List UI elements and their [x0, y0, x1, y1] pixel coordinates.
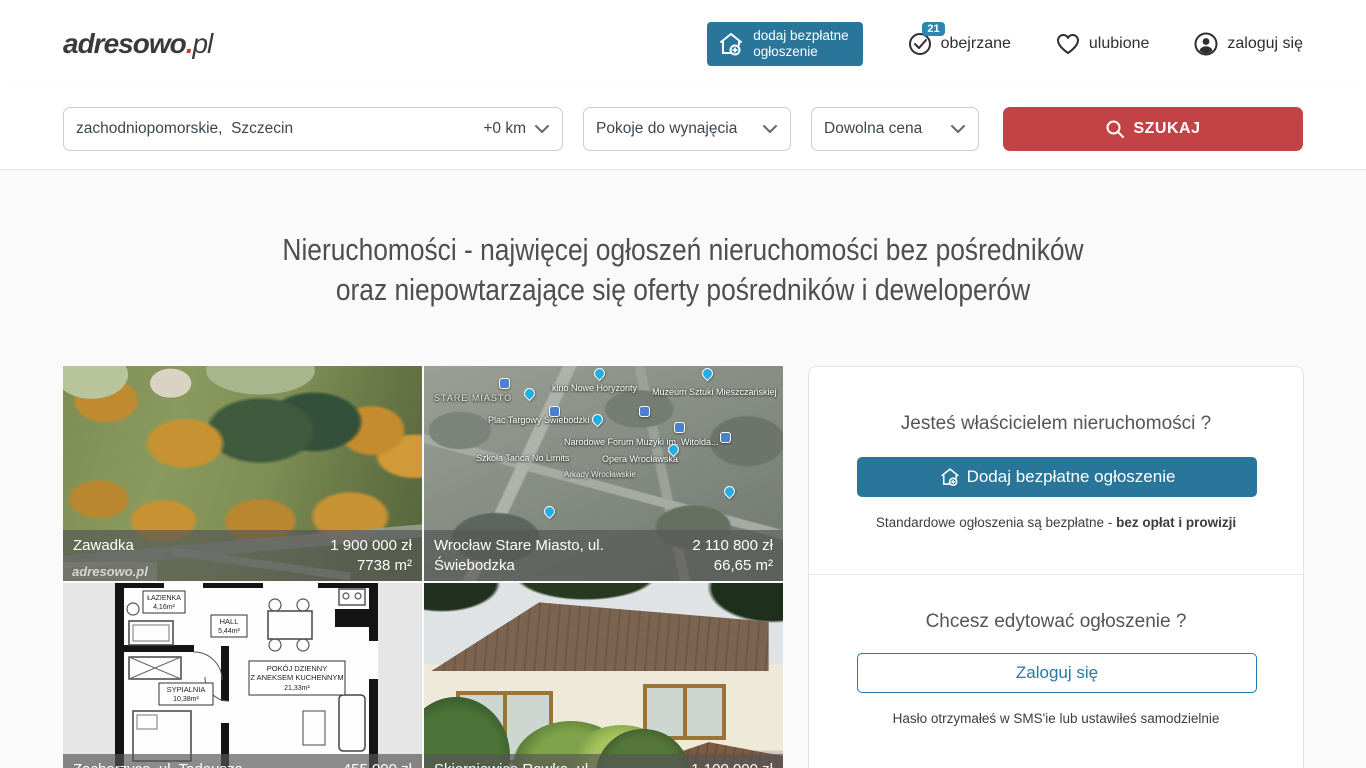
login-label: zaloguj się: [1227, 35, 1303, 53]
listing-caption: Zacharzyce, ul. Tadeusza 455 000 zł: [63, 754, 422, 768]
listing-card[interactable]: Skierniewice Rawka, ul. 1 100 000 zł: [424, 583, 783, 768]
map-label: Arkady Wrocławskie: [564, 470, 636, 480]
radius-selector[interactable]: +0 km: [483, 120, 526, 138]
map-label: Opera Wrocławska: [602, 454, 678, 464]
property-type-value: Pokoje do wynajęcia: [596, 120, 737, 138]
map-transit-icon: [720, 432, 731, 443]
login-link[interactable]: zaloguj się: [1193, 31, 1303, 57]
header-actions: dodaj bezpłatne ogłoszenie 21 obejrzane …: [707, 22, 1303, 66]
add-listing-button[interactable]: dodaj bezpłatne ogłoszenie: [707, 22, 862, 66]
map-pin-icon: [722, 484, 738, 500]
search-bar: +0 km Pokoje do wynajęcia Dowolna cena: [0, 88, 1366, 170]
listing-price: 1 100 000 zł: [691, 760, 773, 768]
svg-text:ŁAZIENKA: ŁAZIENKA: [147, 595, 181, 602]
svg-text:10,38m²: 10,38m²: [173, 696, 199, 703]
viewed-count-badge: 21: [922, 22, 944, 36]
svg-text:SYPIALNIA: SYPIALNIA: [167, 685, 206, 694]
page-title-line1: Nieruchomości - najwięcej ogłoszeń nieru…: [156, 230, 1210, 270]
header: adresowo.pl dodaj bezpłatne ogłoszenie: [0, 0, 1366, 88]
photo-watermark: adresowo.pl: [63, 562, 157, 581]
chevron-down-icon[interactable]: [534, 124, 550, 134]
house-plus-icon: [939, 466, 961, 488]
map-pin-icon: [542, 504, 558, 520]
listing-price: 2 110 800 zł: [692, 536, 773, 556]
main-content: Nieruchomości - najwięcej ogłoszeń nieru…: [0, 170, 1366, 768]
listing-photo-floorplan: ŁAZIENKA 4,16m² HALL 5,44m² POKÓJ DZIENN…: [63, 583, 422, 768]
price-value: Dowolna cena: [824, 120, 922, 138]
search-button-label: SZUKAJ: [1133, 120, 1200, 138]
listing-name: Wrocław Stare Miasto, ul. Świebodzka: [434, 536, 631, 576]
map-label: kino Nowe Horyzonty: [552, 383, 637, 393]
edit-note: Hasło otrzymałeś w SMS'ie lub ustawiłeś …: [857, 711, 1255, 726]
map-pin-icon: [592, 366, 608, 381]
listing-caption: Skierniewice Rawka, ul. 1 100 000 zł: [424, 754, 783, 768]
sidebar-login-button[interactable]: Zaloguj się: [857, 653, 1257, 693]
listings-grid: Zawadka 1 900 000 zł 7738 m² adresowo.pl…: [63, 366, 783, 768]
listing-area: 66,65 m²: [692, 556, 773, 576]
map-transit-icon: [499, 378, 510, 389]
heart-icon: [1055, 32, 1081, 56]
svg-text:HALL: HALL: [220, 617, 239, 626]
owner-note: Standardowe ogłoszenia są bezpłatne - be…: [857, 515, 1255, 530]
owner-panel: Jesteś właścicielem nieruchomości ? Doda…: [808, 366, 1304, 768]
map-pin-icon: [522, 386, 538, 402]
property-type-select[interactable]: Pokoje do wynajęcia: [583, 107, 791, 151]
sidebar-add-listing-button[interactable]: Dodaj bezpłatne ogłoszenie: [857, 457, 1257, 497]
listing-photo-house: [424, 583, 783, 768]
svg-text:21,33m²: 21,33m²: [284, 685, 310, 692]
house-plus-icon: [717, 31, 745, 57]
listing-card[interactable]: STARE MIASTO kino Nowe Horyzonty Muzeum …: [424, 366, 783, 581]
check-circle-icon: 21: [907, 31, 933, 57]
edit-heading: Chcesz edytować ogłoszenie ?: [857, 611, 1255, 633]
logo-brand: adresowo: [63, 28, 186, 60]
listing-card[interactable]: ŁAZIENKA 4,16m² HALL 5,44m² POKÓJ DZIENN…: [63, 583, 422, 768]
location-input[interactable]: [76, 120, 475, 138]
page-title-line2: oraz niepowtarzające się oferty pośredni…: [156, 270, 1210, 310]
viewed-label: obejrzane: [941, 35, 1011, 53]
price-select[interactable]: Dowolna cena: [811, 107, 979, 151]
listing-price: 1 900 000 zł: [330, 536, 412, 556]
map-pin-icon: [590, 412, 606, 428]
svg-text:POKÓJ DZIENNY: POKÓJ DZIENNY: [267, 664, 327, 673]
favorites-label: ulubione: [1089, 35, 1150, 53]
listing-name: Zacharzyce, ul. Tadeusza: [73, 760, 243, 768]
page-title: Nieruchomości - najwięcej ogłoszeń nieru…: [63, 170, 1303, 310]
map-transit-icon: [674, 422, 685, 433]
map-pin-icon: [700, 366, 716, 381]
logo-tld: pl: [192, 28, 212, 60]
sidebar-add-listing-label: Dodaj bezpłatne ogłoszenie: [967, 467, 1176, 487]
search-icon: [1105, 119, 1125, 139]
listing-caption: Wrocław Stare Miasto, ul. Świebodzka 2 1…: [424, 530, 783, 581]
person-circle-icon: [1193, 31, 1219, 57]
add-listing-label: dodaj bezpłatne ogłoszenie: [753, 28, 848, 60]
map-label: Szkoła Tańca No Limits: [476, 453, 569, 463]
map-label: Muzeum Sztuki Mieszczańskiej: [652, 387, 777, 397]
listing-area: 7738 m²: [330, 556, 412, 576]
chevron-down-icon: [762, 124, 778, 134]
map-label: Plac Targowy Świebodzki: [488, 415, 589, 425]
svg-text:5,44m²: 5,44m²: [218, 628, 240, 635]
map-label: STARE MIASTO: [434, 393, 512, 403]
logo[interactable]: adresowo.pl: [63, 28, 212, 60]
viewed-link[interactable]: 21 obejrzane: [907, 31, 1011, 57]
search-button[interactable]: SZUKAJ: [1003, 107, 1303, 151]
map-transit-icon: [639, 406, 650, 417]
divider: [809, 574, 1303, 575]
favorites-link[interactable]: ulubione: [1055, 32, 1150, 56]
svg-text:4,16m²: 4,16m²: [153, 604, 175, 611]
map-transit-icon: [549, 406, 560, 417]
listing-card[interactable]: Zawadka 1 900 000 zł 7738 m² adresowo.pl: [63, 366, 422, 581]
listing-name: Skierniewice Rawka, ul.: [434, 760, 592, 768]
chevron-down-icon: [950, 124, 966, 134]
owner-heading: Jesteś właścicielem nieruchomości ?: [857, 413, 1255, 435]
map-label: Narodowe Forum Muzyki im. Witolda...: [564, 437, 719, 447]
svg-text:Z ANEKSEM KUCHENNYM: Z ANEKSEM KUCHENNYM: [250, 673, 343, 682]
location-field[interactable]: +0 km: [63, 107, 563, 151]
listing-price: 455 000 zł: [343, 760, 412, 768]
